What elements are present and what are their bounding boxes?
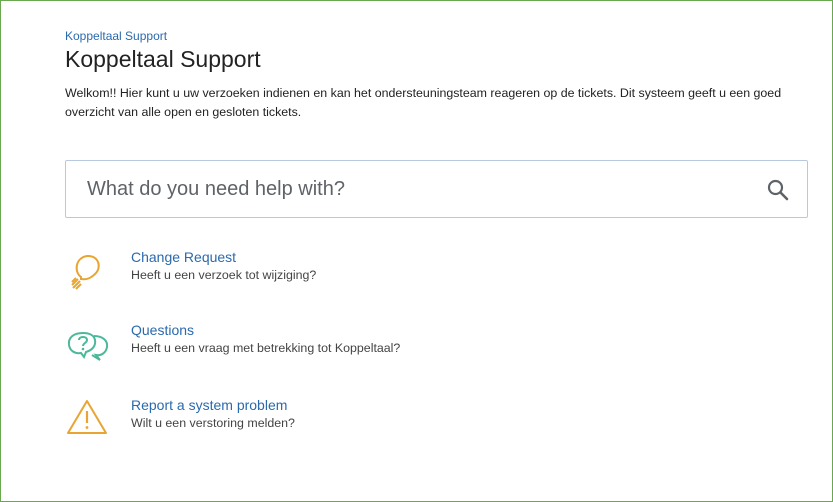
portal-description: Welkom!! Hier kunt u uw verzoeken indien… [65,86,782,119]
question-bubbles-icon [65,322,111,368]
breadcrumb[interactable]: Koppeltaal Support [65,29,167,43]
request-type-title: Change Request [131,249,237,265]
search-input[interactable] [85,176,749,202]
portal-frame: Koppeltaal Support Koppeltaal Support We… [0,0,833,502]
page-title: Koppeltaal Support [65,46,261,72]
warning-triangle-icon [65,397,111,443]
request-type-questions[interactable]: Questions Heeft u een vraag met betrekki… [65,322,765,374]
request-type-description: Wilt u een verstoring melden? [131,416,295,430]
search-icon[interactable] [766,178,790,202]
search-box [65,160,808,218]
request-type-title: Report a system problem [131,397,288,413]
request-type-title: Questions [131,322,195,338]
request-type-description: Heeft u een vraag met betrekking tot Kop… [131,341,401,355]
request-type-report-problem[interactable]: Report a system problem Wilt u een verst… [65,397,765,449]
request-type-change-request[interactable]: Change Request Heeft u een verzoek tot w… [65,249,765,301]
lightbulb-icon [65,249,111,295]
request-type-description: Heeft u een verzoek tot wijziging? [131,268,317,282]
